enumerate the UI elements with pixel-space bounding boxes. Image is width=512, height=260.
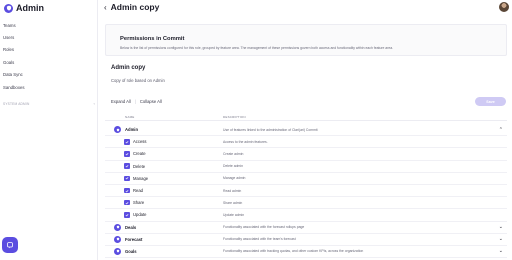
permission-checkbox[interactable] [124,187,130,194]
shield-icon [114,223,121,231]
permission-description: Functionality associated with tracking q… [223,249,364,254]
permissions-table: Admin Use of features linked to the admin… [105,124,507,259]
panel-title: Permissions in Commit [120,36,185,42]
permission-row: Read Read admin [105,185,507,198]
permission-name: Delete [133,163,146,169]
permission-row: Share Share admin [105,197,507,210]
sidebar-item-data-sync[interactable]: Data Sync [3,69,25,81]
sidebar-item-teams[interactable]: Teams [3,19,25,31]
sidebar-section-system-admin[interactable]: SYSTEM ADMIN ‹ [3,101,95,106]
topbar: ‹ Admin copy [99,0,512,14]
shield-icon [114,247,121,255]
permission-group-row[interactable]: Admin Use of features linked to the admin… [105,124,507,137]
column-header-name: NAME [125,115,135,119]
back-arrow-icon[interactable]: ‹ [104,3,107,12]
permission-checkbox[interactable] [124,151,130,157]
sidebar-item-sandboxes[interactable]: Sandboxes [3,81,25,93]
chevron-down-icon[interactable]: ⌄ [499,224,503,230]
permission-group-row[interactable]: Deals Functionality associated with the f… [105,222,507,234]
sidebar: Admin Teams Users Roles Goals Data Sync … [0,0,98,260]
permission-name: Access [133,139,147,145]
permission-description: Access to the admin features. [223,139,268,144]
permission-row: Manage Manage admin [105,173,507,185]
permission-name: Goals [125,248,137,254]
permission-name: Admin [125,127,139,133]
permission-name: Manage [133,175,149,181]
sidebar-nav: Teams Users Roles Goals Data Sync Sandbo… [3,19,25,93]
brand[interactable]: Admin [4,2,44,14]
permission-checkbox[interactable] [124,139,130,145]
permission-description: Functionality associated with the team's… [223,237,296,242]
help-chat-button[interactable] [2,237,18,253]
permission-description: Update admin [223,212,245,217]
column-header-description: DESCRIPTION [223,115,246,119]
expand-all-button[interactable]: Expand All [111,99,131,104]
main-content: Permissions in Commit Below is the list … [105,20,507,260]
permission-name: Share [133,200,145,206]
panel-description: Below is the list of permissions configu… [120,46,394,50]
permission-row: Create Create admin [105,148,507,161]
table-header: NAME DESCRIPTION [105,113,507,121]
permission-description: Use of features linked to the administra… [223,127,318,132]
brand-name: Admin [16,3,44,13]
permission-checkbox[interactable] [124,175,130,182]
permission-name: Update [133,212,147,218]
collapse-all-button[interactable]: Collapse All [140,99,162,104]
permission-description: Manage admin [223,176,246,181]
shield-icon [114,235,121,243]
permission-description: Delete admin [223,164,243,169]
permission-checkbox[interactable] [124,212,130,218]
chevron-up-icon[interactable]: ⌃ [499,127,503,133]
bulk-actions: Expand All | Collapse All [111,99,162,104]
permissions-info-panel: Permissions in Commit Below is the list … [105,24,507,56]
role-subtitle: Copy of role based on Admin [111,78,165,83]
permission-name: Create [133,151,146,157]
permission-row: Delete Delete admin [105,161,507,173]
permission-checkbox[interactable] [124,163,130,169]
divider: | [134,99,136,104]
permission-description: Share admin [223,200,243,205]
permission-group-row[interactable]: Forecast Functionality associated with th… [105,234,507,246]
avatar[interactable] [499,2,509,12]
permission-name: Deals [125,224,137,230]
chevron-left-icon: ‹ [93,101,95,106]
permission-description: Create admin [223,151,244,156]
permission-name: Forecast [125,236,143,242]
role-title: Admin copy [111,65,146,71]
chevron-down-icon[interactable]: ⌄ [499,236,503,242]
save-button[interactable]: Save [475,97,506,106]
permission-name: Read [133,188,144,194]
permission-row: Access Access to the admin features. [105,136,507,149]
sidebar-item-goals[interactable]: Goals [3,56,25,68]
shield-logo-icon [4,3,13,13]
chevron-down-icon[interactable]: ⌄ [499,248,503,254]
sidebar-section-label: SYSTEM ADMIN [3,101,30,106]
permission-description: Read admin [223,188,242,193]
chat-icon [7,242,13,249]
page-title: Admin copy [110,2,160,12]
sidebar-item-users[interactable]: Users [3,31,25,43]
permission-checkbox[interactable] [124,199,130,206]
permission-row: Update Update admin [105,209,507,222]
permission-description: Functionality associated with the foreca… [223,225,305,230]
permission-group-row[interactable]: Goals Functionality associated with track… [105,246,507,259]
shield-icon [114,126,121,134]
sidebar-item-roles[interactable]: Roles [3,44,25,56]
